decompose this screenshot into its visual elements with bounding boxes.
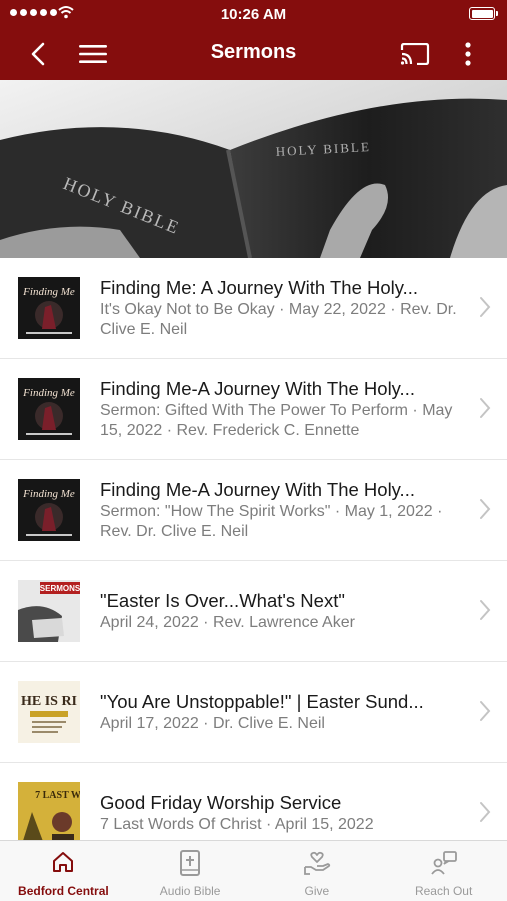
cast-icon xyxy=(400,43,430,65)
tab-label: Give xyxy=(304,884,330,898)
svg-text:SERMONS: SERMONS xyxy=(40,584,80,593)
cast-button[interactable] xyxy=(398,28,432,80)
tab-bedford-central[interactable]: Bedford Central xyxy=(0,841,127,901)
svg-text:7 LAST W: 7 LAST W xyxy=(35,790,80,801)
svg-text:Finding Me: Finding Me xyxy=(22,286,75,298)
sermon-title: Good Friday Worship Service xyxy=(100,791,342,813)
sermon-row[interactable]: 7 LAST W Good Friday Worship Service 7 L… xyxy=(0,763,507,840)
give-icon xyxy=(303,851,331,875)
sermon-thumbnail: Finding Me xyxy=(18,378,80,440)
chevron-right-icon xyxy=(480,297,491,317)
sermon-row[interactable]: SERMONS "Easter Is Over...What's Next" A… xyxy=(0,561,507,662)
tab-audio-bible[interactable]: Audio Bible xyxy=(127,841,254,901)
sermon-subtitle: Sermon: Gifted With The Power To Perform… xyxy=(100,401,453,440)
sermon-row[interactable]: Finding Me Finding Me-A Journey With The… xyxy=(0,460,507,561)
sermon-thumbnail: SERMONS xyxy=(18,580,80,642)
svg-text:Finding Me: Finding Me xyxy=(22,488,75,500)
bible-photo: HOLY BIBLE HOLY BIBLE xyxy=(0,80,507,258)
svg-text:Finding Me: Finding Me xyxy=(22,387,75,399)
sermon-subtitle: Sermon: "How The Spirit Works" · May 1, … xyxy=(100,502,443,541)
sermon-title: Finding Me: A Journey With The Holy... xyxy=(100,276,419,298)
tab-reach-out[interactable]: Reach Out xyxy=(380,841,507,901)
sermon-title: "You Are Unstoppable!" | Easter Sund... xyxy=(100,690,424,712)
tab-bar: Bedford Central Audio Bible Give Reach O… xyxy=(0,840,507,901)
tab-label: Bedford Central xyxy=(18,884,109,898)
chevron-right-icon xyxy=(480,499,491,519)
sermon-row[interactable]: Finding Me Finding Me-A Journey With The… xyxy=(0,359,507,460)
chevron-right-icon xyxy=(480,802,491,822)
sermon-subtitle: It's Okay Not to Be Okay · May 22, 2022 … xyxy=(100,300,457,339)
more-vertical-icon xyxy=(465,42,471,66)
sermon-subtitle: April 24, 2022 · Rev. Lawrence Aker xyxy=(100,613,355,631)
svg-text:HE IS RI: HE IS RI xyxy=(21,694,77,709)
more-options-button[interactable] xyxy=(456,28,480,80)
sermon-row[interactable]: Finding Me Finding Me: A Journey With Th… xyxy=(0,258,507,359)
status-time: 10:26 AM xyxy=(220,6,287,23)
chevron-right-icon xyxy=(480,701,491,721)
battery-icon xyxy=(469,7,498,20)
sermon-thumbnail: HE IS RI xyxy=(18,681,80,743)
reach-out-icon xyxy=(430,851,457,875)
sermon-list: Finding Me Finding Me: A Journey With Th… xyxy=(0,258,507,840)
status-bar: 10:26 AM xyxy=(0,0,507,28)
tab-label: Audio Bible xyxy=(159,884,221,898)
nav-bar: Sermons xyxy=(0,28,507,80)
sermon-thumbnail: Finding Me xyxy=(18,479,80,541)
sermon-title: Finding Me-A Journey With The Holy... xyxy=(100,478,415,500)
home-icon xyxy=(53,852,74,872)
sermon-title: "Easter Is Over...What's Next" xyxy=(100,589,345,611)
sermon-row[interactable]: HE IS RI "You Are Unstoppable!" | Easter… xyxy=(0,662,507,763)
sermon-thumbnail: 7 LAST W xyxy=(18,782,80,840)
bible-icon xyxy=(180,850,201,876)
tab-label: Reach Out xyxy=(414,884,473,898)
chevron-right-icon xyxy=(480,600,491,620)
hero-banner: HOLY BIBLE HOLY BIBLE xyxy=(0,80,507,258)
chevron-right-icon xyxy=(480,398,491,418)
sermon-subtitle: 7 Last Words Of Christ · April 15, 2022 xyxy=(100,815,374,833)
sermon-title: Finding Me-A Journey With The Holy... xyxy=(100,377,415,399)
tab-give[interactable]: Give xyxy=(254,841,381,901)
sermon-thumbnail: Finding Me xyxy=(18,277,80,339)
sermon-subtitle: April 17, 2022 · Dr. Clive E. Neil xyxy=(100,714,325,732)
